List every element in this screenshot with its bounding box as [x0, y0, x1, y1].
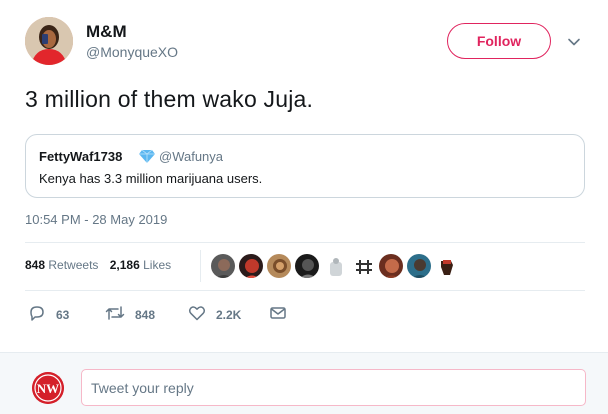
- tweet-timestamp[interactable]: 10:54 PM - 28 May 2019: [25, 212, 167, 227]
- chevron-down-icon[interactable]: [566, 34, 582, 50]
- quoted-tweet[interactable]: FettyWaf1738 @Wafunya Kenya has 3.3 mill…: [25, 134, 585, 198]
- likes-label: Likes: [143, 258, 172, 272]
- user-avatar-text: NW: [37, 381, 59, 396]
- likes-count: 2,186: [109, 258, 140, 272]
- reply-composer: NW: [0, 352, 608, 414]
- liker-avatar[interactable]: [238, 253, 264, 279]
- direct-message-action[interactable]: [269, 304, 297, 325]
- retweet-action[interactable]: 848: [105, 304, 155, 325]
- user-avatar[interactable]: NW: [32, 372, 64, 404]
- liker-avatar[interactable]: [210, 253, 236, 279]
- liker-avatar[interactable]: [266, 253, 292, 279]
- retweets-label: Retweets: [48, 258, 99, 272]
- follow-button[interactable]: Follow: [447, 23, 551, 59]
- like-action[interactable]: 2.2K: [188, 304, 241, 325]
- divider: [25, 290, 585, 291]
- liker-avatar[interactable]: [322, 253, 348, 279]
- reply-icon: [28, 304, 56, 325]
- tweet-text: 3 million of them wako Juja.: [25, 86, 314, 112]
- message-icon: [269, 304, 297, 325]
- verified-badge-icon: [138, 147, 156, 165]
- liker-avatar[interactable]: [434, 253, 460, 279]
- tweet-actions: 63 848 2.2K: [25, 304, 325, 324]
- retweet-count: 848: [135, 307, 156, 322]
- author-handle[interactable]: @MonyqueXO: [86, 43, 178, 61]
- retweet-icon: [105, 304, 135, 325]
- engagement-stats: 848 Retweets 2,186 Likes: [25, 258, 179, 272]
- liker-avatar[interactable]: [378, 253, 404, 279]
- author-display-name[interactable]: M&M: [86, 22, 127, 42]
- like-count: 2.2K: [216, 307, 242, 322]
- author-avatar[interactable]: [25, 17, 73, 65]
- quoted-display-name: FettyWaf1738: [39, 149, 123, 164]
- reply-action[interactable]: 63: [28, 304, 69, 325]
- liker-avatar[interactable]: [350, 253, 376, 279]
- likes-stat[interactable]: 2,186 Likes: [110, 258, 171, 272]
- heart-icon: [188, 304, 216, 325]
- quoted-text: Kenya has 3.3 million marijuana users.: [39, 171, 263, 186]
- quoted-handle: @Wafunya: [159, 149, 224, 164]
- stats-separator: [200, 250, 201, 282]
- retweets-stat[interactable]: 848 Retweets: [25, 258, 98, 272]
- tweet-card: M&M @MonyqueXO Follow 3 million of them …: [0, 0, 608, 352]
- reply-count: 63: [56, 307, 70, 322]
- divider: [25, 242, 585, 243]
- liker-avatar[interactable]: [406, 253, 432, 279]
- retweets-count: 848: [25, 258, 46, 272]
- reply-input[interactable]: [81, 369, 586, 406]
- liker-avatar[interactable]: [294, 253, 320, 279]
